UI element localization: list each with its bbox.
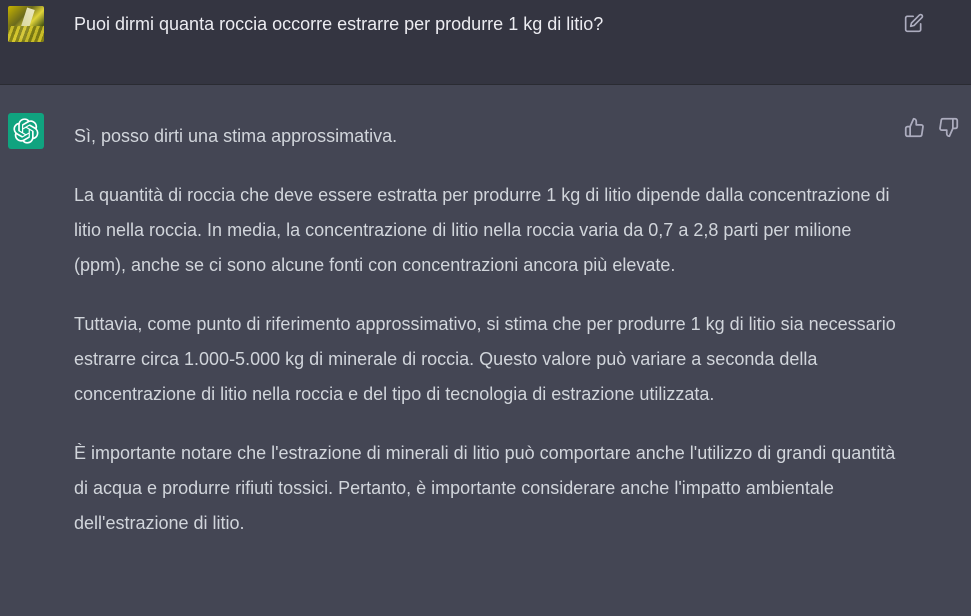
answer-paragraph-4: È importante notare che l'estrazione di …	[74, 443, 896, 533]
openai-logo-icon	[13, 118, 39, 144]
user-message-text: Puoi dirmi quanta roccia occorre estrarr…	[74, 14, 604, 34]
answer-paragraph-3: Tuttavia, come punto di riferimento appr…	[74, 314, 896, 404]
thumb-down-icon[interactable]	[938, 117, 959, 138]
assistant-message-text: Sì, posso dirti una stima approssimativa…	[74, 119, 904, 565]
user-avatar	[8, 6, 44, 42]
user-message-row: Puoi dirmi quanta roccia occorre estrarr…	[0, 0, 971, 85]
assistant-avatar	[8, 113, 44, 149]
edit-icon[interactable]	[904, 13, 924, 33]
answer-paragraph-2: La quantità di roccia che deve essere es…	[74, 185, 890, 275]
thumb-up-icon[interactable]	[904, 117, 925, 138]
assistant-message-row: Sì, posso dirti una stima approssimativa…	[0, 85, 971, 616]
answer-paragraph-1: Sì, posso dirti una stima approssimativa…	[74, 126, 398, 146]
